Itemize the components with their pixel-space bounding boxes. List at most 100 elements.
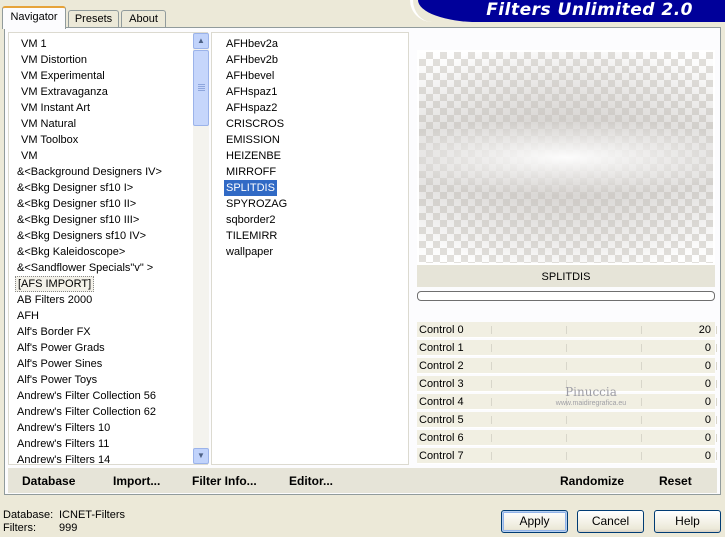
scroll-up-button[interactable]: ▲ xyxy=(193,33,209,49)
category-item[interactable]: Alf's Border FX xyxy=(15,324,93,340)
category-item[interactable]: VM Distortion xyxy=(19,52,89,68)
slider-tick xyxy=(491,434,492,442)
filter-item[interactable]: TILEMIRR xyxy=(224,228,279,244)
category-item[interactable]: &<Bkg Designer sf10 II> xyxy=(15,196,138,212)
tab-about[interactable]: About xyxy=(121,10,166,28)
control-row[interactable]: Control 5 0 xyxy=(417,412,717,428)
slider-tick xyxy=(641,416,642,424)
filter-item[interactable]: AFHspaz2 xyxy=(224,100,279,116)
slider-tick xyxy=(491,416,492,424)
filter-item[interactable]: AFHspaz1 xyxy=(224,84,279,100)
control-row[interactable]: Control 7 0 xyxy=(417,448,717,464)
filter-item[interactable]: CRISCROS xyxy=(224,116,286,132)
reset-button[interactable]: Reset xyxy=(659,468,692,493)
category-item[interactable]: Alf's Power Grads xyxy=(15,340,107,356)
preview-image xyxy=(419,52,713,263)
category-item[interactable]: Andrew's Filter Collection 62 xyxy=(15,404,158,420)
category-item[interactable]: VM Natural xyxy=(19,116,78,132)
filter-item[interactable]: SPLITDIS xyxy=(224,180,277,196)
tab-navigator[interactable]: Navigator xyxy=(2,6,66,29)
control-row[interactable]: Control 1 0 xyxy=(417,340,717,356)
control-slider-track[interactable] xyxy=(491,416,717,424)
selected-filter-name: SPLITDIS xyxy=(417,265,715,287)
slider-tick xyxy=(566,398,567,406)
filter-item[interactable]: sqborder2 xyxy=(224,212,278,228)
control-slider-track[interactable] xyxy=(491,344,717,352)
category-item[interactable]: VM 1 xyxy=(19,36,49,52)
navigator-panel: VM 1 VM Distortion VM Experimental VM Extra… xyxy=(4,27,721,495)
apply-button[interactable]: Apply xyxy=(501,510,568,533)
slider-tick xyxy=(716,416,717,424)
category-item[interactable]: &<Bkg Designers sf10 IV> xyxy=(15,228,148,244)
control-value: 0 xyxy=(704,342,711,354)
scroll-down-button[interactable]: ▼ xyxy=(193,448,209,464)
slider-tick xyxy=(716,344,717,352)
control-row[interactable]: Control 4 0 xyxy=(417,394,717,410)
filter-item[interactable]: EMISSION xyxy=(224,132,282,148)
control-slider-track[interactable] xyxy=(491,452,717,460)
randomize-button[interactable]: Randomize xyxy=(560,468,624,493)
control-row[interactable]: Control 6 0 xyxy=(417,430,717,446)
slider-tick xyxy=(491,326,492,334)
category-item[interactable]: &<Sandflower Specials"v" > xyxy=(15,260,155,276)
filter-item[interactable]: HEIZENBE xyxy=(224,148,283,164)
scroll-thumb[interactable] xyxy=(193,50,209,126)
category-item[interactable]: VM Extravaganza xyxy=(19,84,110,100)
category-item[interactable]: Alf's Power Sines xyxy=(15,356,104,372)
control-slider-track[interactable] xyxy=(491,362,717,370)
category-item[interactable]: &<Bkg Designer sf10 III> xyxy=(15,212,141,228)
control-slider-track[interactable] xyxy=(491,398,717,406)
editor-button[interactable]: Editor... xyxy=(289,468,333,493)
category-list[interactable]: VM 1 VM Distortion VM Experimental VM Extra… xyxy=(8,32,209,468)
control-row[interactable]: Control 3 0 xyxy=(417,376,717,392)
slider-tick xyxy=(491,344,492,352)
category-item[interactable]: AFH xyxy=(15,308,41,324)
import-button[interactable]: Import... xyxy=(113,468,160,493)
cancel-button[interactable]: Cancel xyxy=(577,510,644,533)
chevron-up-icon: ▲ xyxy=(197,36,205,45)
category-item[interactable]: &<Background Designers IV> xyxy=(15,164,164,180)
control-label: Control 7 xyxy=(419,450,464,462)
category-item[interactable]: Alf's Power Toys xyxy=(15,372,99,388)
category-item[interactable]: VM xyxy=(19,148,40,164)
control-slider-track[interactable] xyxy=(491,380,717,388)
filter-item[interactable]: AFHbev2a xyxy=(224,36,280,52)
filter-item[interactable]: AFHbevel xyxy=(224,68,276,84)
filter-list[interactable]: AFHbev2a AFHbev2b AFHbevel AFHspaz1 AFHspaz2… xyxy=(211,32,409,465)
control-slider-track[interactable] xyxy=(491,434,717,442)
slider-tick xyxy=(566,452,567,460)
control-row[interactable]: Control 2 0 xyxy=(417,358,717,374)
control-value: 0 xyxy=(704,378,711,390)
app-title: Filters Unlimited 2.0 xyxy=(486,0,693,20)
slider-tick xyxy=(716,452,717,460)
filter-item[interactable]: AFHbev2b xyxy=(224,52,280,68)
help-button[interactable]: Help xyxy=(654,510,721,533)
category-item[interactable]: &<Bkg Kaleidoscope> xyxy=(15,244,127,260)
slider-tick xyxy=(716,434,717,442)
category-item[interactable]: Andrew's Filters 14 xyxy=(15,452,112,468)
category-item[interactable]: Andrew's Filters 11 xyxy=(15,436,111,452)
category-item[interactable]: &<Bkg Designer sf10 I> xyxy=(15,180,135,196)
category-item[interactable]: Andrew's Filter Collection 56 xyxy=(15,388,158,404)
tab-presets[interactable]: Presets xyxy=(68,10,119,28)
filter-item[interactable]: SPYROZAG xyxy=(224,196,289,212)
control-row[interactable]: Control 0 20 xyxy=(417,322,717,338)
category-item[interactable]: AB Filters 2000 xyxy=(15,292,94,308)
control-value: 0 xyxy=(704,432,711,444)
filter-item[interactable]: wallpaper xyxy=(224,244,275,260)
slider-tick xyxy=(491,362,492,370)
category-item[interactable]: [AFS IMPORT] xyxy=(15,276,95,292)
category-scrollbar[interactable]: ▲ ▼ xyxy=(193,33,209,464)
category-item[interactable]: Andrew's Filters 10 xyxy=(15,420,112,436)
control-value: 0 xyxy=(704,450,711,462)
control-sliders: Control 0 20 Control 1 0 Control 2 0 Control 3… xyxy=(417,322,717,466)
filter-item[interactable]: MIRROFF xyxy=(224,164,278,180)
filter-info-button[interactable]: Filter Info... xyxy=(192,468,257,493)
slider-tick xyxy=(566,362,567,370)
category-item[interactable]: VM Instant Art xyxy=(19,100,92,116)
control-label: Control 6 xyxy=(419,432,464,444)
category-item[interactable]: VM Experimental xyxy=(19,68,107,84)
database-button[interactable]: Database xyxy=(22,468,75,493)
control-slider-track[interactable] xyxy=(491,326,717,334)
category-item[interactable]: VM Toolbox xyxy=(19,132,80,148)
